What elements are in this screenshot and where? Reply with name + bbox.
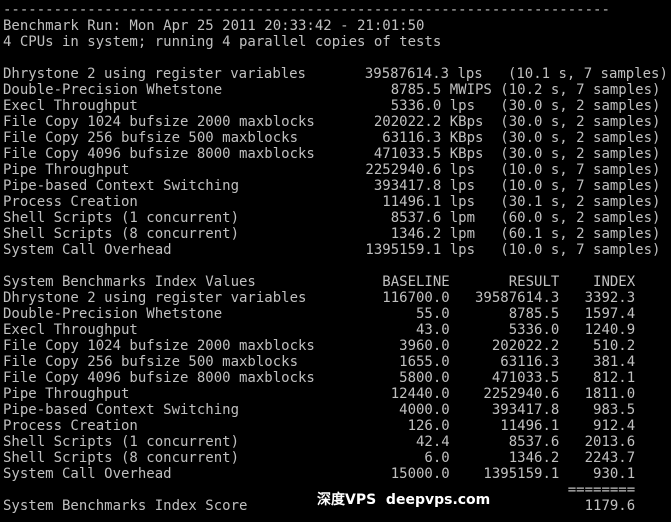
terminal-line: Shell Scripts (1 concurrent) 42.4 8537.6…	[3, 434, 636, 450]
terminal-line: System Call Overhead 1395159.1 lps (10.0…	[3, 242, 661, 258]
terminal-line: ----------------------------------------…	[3, 2, 610, 18]
terminal-line: File Copy 256 bufsize 500 maxblocks 6311…	[3, 130, 661, 146]
terminal-line: Pipe-based Context Switching 4000.0 3934…	[3, 402, 636, 418]
terminal-line: Shell Scripts (8 concurrent) 1346.2 lpm …	[3, 226, 661, 242]
watermark-text: 深度VPS deepvps.com	[317, 492, 491, 508]
terminal-line: Dhrystone 2 using register variables 116…	[3, 290, 636, 306]
terminal-line: Pipe-based Context Switching 393417.8 lp…	[3, 178, 661, 194]
terminal-line: System Benchmarks Index Values BASELINE …	[3, 274, 636, 290]
terminal-line: File Copy 1024 bufsize 2000 maxblocks 39…	[3, 338, 636, 354]
terminal-line: Process Creation 11496.1 lps (30.1 s, 2 …	[3, 194, 661, 210]
terminal-line: Benchmark Run: Mon Apr 25 2011 20:33:42 …	[3, 18, 425, 34]
terminal-window: ----------------------------------------…	[0, 0, 671, 522]
terminal-line: Shell Scripts (1 concurrent) 8537.6 lpm …	[3, 210, 661, 226]
terminal-line: Double-Precision Whetstone 8785.5 MWIPS …	[3, 82, 661, 98]
terminal-line: Pipe Throughput 12440.0 2252940.6 1811.0	[3, 386, 636, 402]
terminal-line: Shell Scripts (8 concurrent) 6.0 1346.2 …	[3, 450, 636, 466]
terminal-line: File Copy 256 bufsize 500 maxblocks 1655…	[3, 354, 636, 370]
terminal-line: Execl Throughput 5336.0 lps (30.0 s, 2 s…	[3, 98, 661, 114]
terminal-line: 4 CPUs in system; running 4 parallel cop…	[3, 34, 442, 50]
terminal-line: Double-Precision Whetstone 55.0 8785.5 1…	[3, 306, 636, 322]
terminal-line: File Copy 4096 bufsize 8000 maxblocks 58…	[3, 370, 636, 386]
terminal-line: Execl Throughput 43.0 5336.0 1240.9	[3, 322, 636, 338]
terminal-line: File Copy 4096 bufsize 8000 maxblocks 47…	[3, 146, 661, 162]
terminal-line: Process Creation 126.0 11496.1 912.4	[3, 418, 636, 434]
terminal-line: System Call Overhead 15000.0 1395159.1 9…	[3, 466, 636, 482]
terminal-line: Pipe Throughput 2252940.6 lps (10.0 s, 7…	[3, 162, 661, 178]
terminal-line: File Copy 1024 bufsize 2000 maxblocks 20…	[3, 114, 661, 130]
terminal-line: Dhrystone 2 using register variables 395…	[3, 66, 668, 82]
